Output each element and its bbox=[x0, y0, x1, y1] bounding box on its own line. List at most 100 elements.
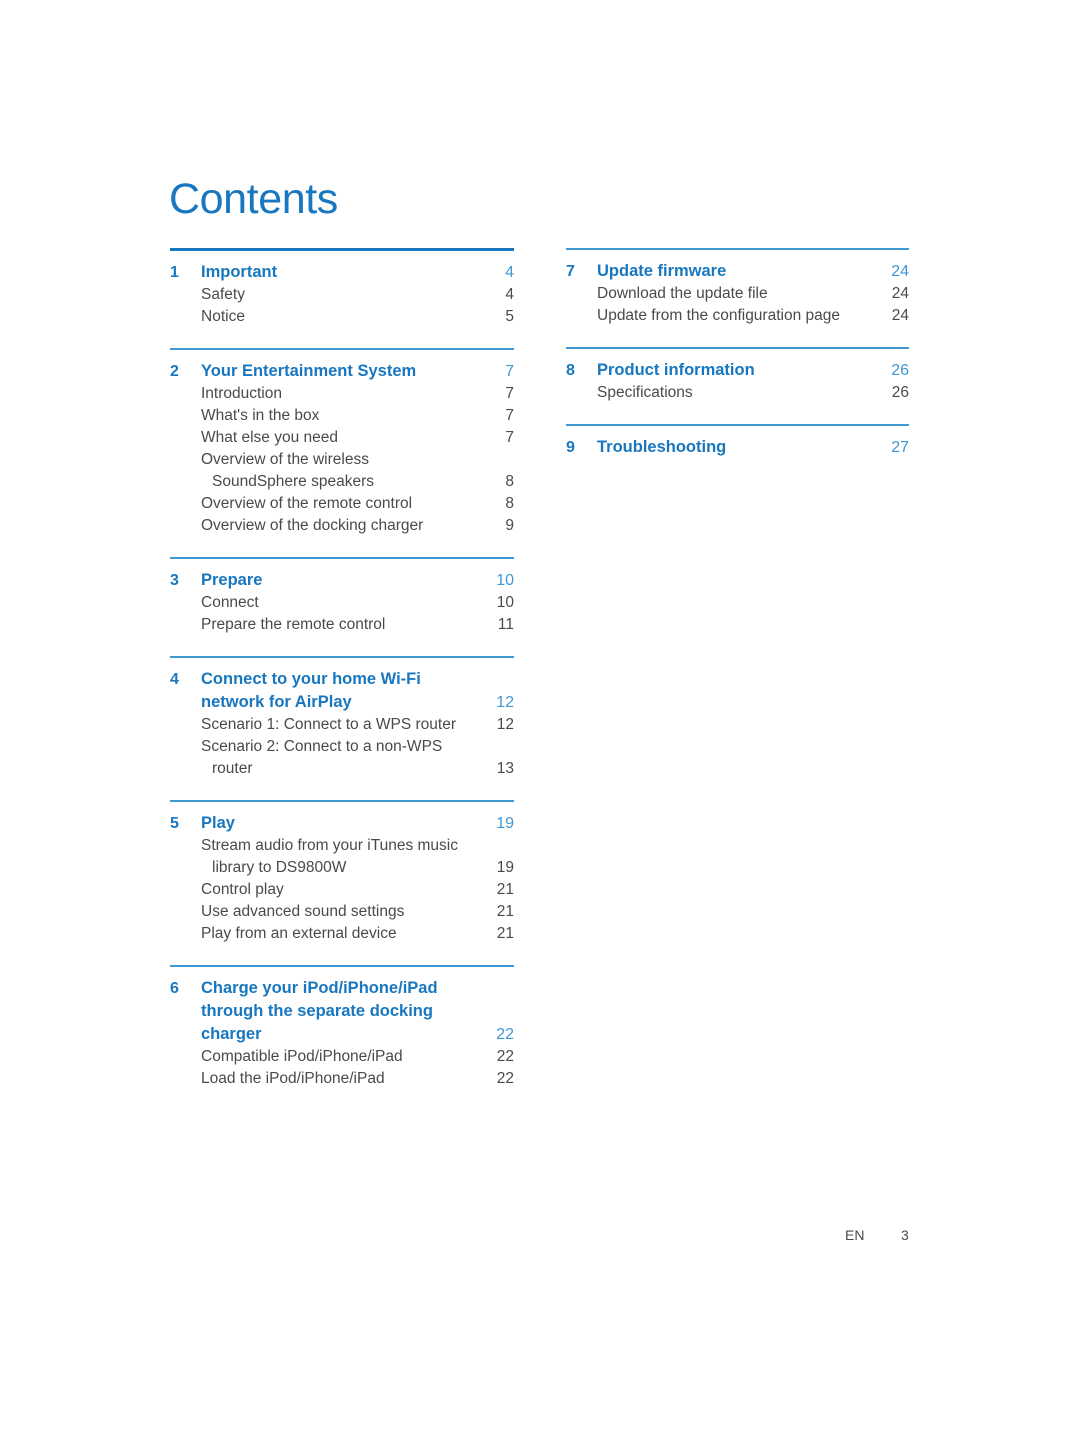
toc-page-number: 4 bbox=[505, 264, 514, 281]
toc-page-number: 10 bbox=[496, 594, 514, 611]
toc-page-number: 24 bbox=[891, 263, 909, 280]
toc-section-row[interactable]: 6 Charge your iPod/iPhone/iPad bbox=[170, 977, 514, 1000]
toc-section-row[interactable]: charger 22 bbox=[170, 1023, 514, 1046]
toc-entry-label: Overview of the remote control bbox=[201, 495, 413, 512]
toc-entry-row[interactable]: Use advanced sound settings 21 bbox=[170, 901, 514, 923]
toc-page-number: 19 bbox=[496, 859, 514, 876]
document-page: Contents 1 Important 4 Safety 4 Notice 5 2 Your … bbox=[0, 0, 1080, 1440]
toc-entry-row[interactable]: Overview of the wireless bbox=[170, 449, 514, 471]
toc-page-number: 7 bbox=[505, 385, 514, 402]
toc-entry-row[interactable]: Compatible iPod/iPhone/iPad 22 bbox=[170, 1046, 514, 1068]
toc-page-number: 22 bbox=[496, 1070, 514, 1087]
toc-section-row[interactable]: 2 Your Entertainment System 7 bbox=[170, 360, 514, 383]
section-divider bbox=[170, 348, 514, 350]
toc-section-row[interactable]: 5 Play 19 bbox=[170, 812, 514, 835]
toc-entry-row[interactable]: Load the iPod/iPhone/iPad 22 bbox=[170, 1068, 514, 1090]
footer-page-number: 3 bbox=[901, 1227, 909, 1243]
toc-section: 8 Product information 26 Specifications 26 bbox=[566, 347, 909, 404]
toc-entry-row[interactable]: Stream audio from your iTunes music bbox=[170, 835, 514, 857]
toc-entry-row[interactable]: What's in the box 7 bbox=[170, 405, 514, 427]
toc-entry-row[interactable]: Safety 4 bbox=[170, 284, 514, 306]
toc-section-title: Prepare bbox=[201, 571, 263, 589]
toc-entry-label: router bbox=[212, 760, 253, 777]
toc-page-number: 21 bbox=[496, 903, 514, 920]
toc-section-row[interactable]: 1 Important 4 bbox=[170, 261, 514, 284]
toc-column-right: 7 Update firmware 24 Download the update fi… bbox=[566, 248, 909, 479]
toc-section-title: Your Entertainment System bbox=[201, 362, 417, 380]
toc-section-number: 8 bbox=[566, 362, 575, 379]
toc-section-row[interactable]: 7 Update firmware 24 bbox=[566, 260, 909, 283]
toc-entry-row[interactable]: Scenario 1: Connect to a WPS router 12 bbox=[170, 714, 514, 736]
toc-entry-row[interactable]: library to DS9800W 19 bbox=[170, 857, 514, 879]
toc-entry-row[interactable]: Download the update file 24 bbox=[566, 283, 909, 305]
toc-section-row[interactable]: network for AirPlay 12 bbox=[170, 691, 514, 714]
section-divider bbox=[566, 347, 909, 349]
toc-section-number: 2 bbox=[170, 363, 179, 380]
toc-entry-label: Overview of the docking charger bbox=[201, 517, 424, 534]
toc-section-row[interactable]: 3 Prepare 10 bbox=[170, 569, 514, 592]
toc-entry-row[interactable]: Control play 21 bbox=[170, 879, 514, 901]
toc-entry-row[interactable]: router 13 bbox=[170, 758, 514, 780]
toc-page-number: 8 bbox=[505, 495, 514, 512]
footer-language: EN bbox=[845, 1227, 865, 1243]
toc-entry-label: Prepare the remote control bbox=[201, 616, 386, 633]
toc-section-row[interactable]: through the separate docking bbox=[170, 1000, 514, 1023]
toc-entry-label: Specifications bbox=[597, 384, 693, 401]
toc-section-title: Charge your iPod/iPhone/iPad bbox=[201, 979, 438, 997]
toc-section-title: charger bbox=[201, 1025, 262, 1043]
toc-page-number: 22 bbox=[496, 1048, 514, 1065]
toc-entry-row[interactable]: Play from an external device 21 bbox=[170, 923, 514, 945]
toc-section-title: Important bbox=[201, 263, 278, 281]
toc-entry-row[interactable]: Notice 5 bbox=[170, 306, 514, 328]
toc-entry-row[interactable]: SoundSphere speakers 8 bbox=[170, 471, 514, 493]
toc-entry-row[interactable]: Scenario 2: Connect to a non-WPS bbox=[170, 736, 514, 758]
toc-entry-row[interactable]: What else you need 7 bbox=[170, 427, 514, 449]
toc-page-number: 8 bbox=[505, 473, 514, 490]
toc-entry-label: Scenario 2: Connect to a non-WPS bbox=[201, 738, 443, 755]
toc-section-number: 5 bbox=[170, 815, 179, 832]
section-divider bbox=[170, 800, 514, 802]
section-divider bbox=[170, 656, 514, 658]
toc-section: 4 Connect to your home Wi-Fi network for A… bbox=[170, 656, 514, 780]
toc-page-number: 7 bbox=[505, 407, 514, 424]
toc-section: 2 Your Entertainment System 7 Introduction 7… bbox=[170, 348, 514, 537]
toc-section-row[interactable]: 8 Product information 26 bbox=[566, 359, 909, 382]
toc-section: 1 Important 4 Safety 4 Notice 5 bbox=[170, 248, 514, 328]
toc-section-number: 3 bbox=[170, 572, 179, 589]
toc-section-title: Product information bbox=[597, 361, 755, 379]
toc-page-number: 26 bbox=[891, 384, 909, 401]
toc-page-number: 21 bbox=[496, 925, 514, 942]
page-title: Contents bbox=[169, 175, 338, 223]
toc-page-number: 24 bbox=[891, 307, 909, 324]
toc-entry-label: Play from an external device bbox=[201, 925, 397, 942]
toc-section-row[interactable]: 4 Connect to your home Wi-Fi bbox=[170, 668, 514, 691]
toc-page-number: 7 bbox=[505, 429, 514, 446]
toc-entry-label: Use advanced sound settings bbox=[201, 903, 405, 920]
toc-entry-row[interactable]: Overview of the remote control 8 bbox=[170, 493, 514, 515]
toc-entry-row[interactable]: Introduction 7 bbox=[170, 383, 514, 405]
toc-entry-label: Stream audio from your iTunes music bbox=[201, 837, 458, 854]
toc-entry-row[interactable]: Overview of the docking charger 9 bbox=[170, 515, 514, 537]
toc-entry-row[interactable]: Prepare the remote control 11 bbox=[170, 614, 514, 636]
toc-section-title: Play bbox=[201, 814, 235, 832]
toc-section-number: 7 bbox=[566, 263, 575, 280]
toc-entry-row[interactable]: Connect 10 bbox=[170, 592, 514, 614]
section-divider bbox=[170, 248, 514, 251]
toc-section: 5 Play 19 Stream audio from your iTunes mus… bbox=[170, 800, 514, 945]
toc-entry-row[interactable]: Update from the configuration page 24 bbox=[566, 305, 909, 327]
toc-page-number: 12 bbox=[496, 716, 514, 733]
toc-page-number: 10 bbox=[496, 572, 514, 589]
toc-entry-row[interactable]: Specifications 26 bbox=[566, 382, 909, 404]
toc-entry-label: Update from the configuration page bbox=[597, 307, 840, 324]
toc-page-number: 5 bbox=[505, 308, 514, 325]
toc-page-number: 27 bbox=[891, 439, 909, 456]
toc-column-left: 1 Important 4 Safety 4 Notice 5 2 Your Entertain… bbox=[170, 248, 514, 1110]
toc-page-number: 19 bbox=[496, 815, 514, 832]
toc-section-row[interactable]: 9 Troubleshooting 27 bbox=[566, 436, 909, 459]
toc-entry-label: Load the iPod/iPhone/iPad bbox=[201, 1070, 385, 1087]
toc-section-number: 6 bbox=[170, 980, 179, 997]
toc-page-number: 7 bbox=[505, 363, 514, 380]
toc-section: 7 Update firmware 24 Download the update fi… bbox=[566, 248, 909, 327]
toc-page-number: 24 bbox=[891, 285, 909, 302]
toc-section-title: through the separate docking bbox=[201, 1002, 433, 1020]
